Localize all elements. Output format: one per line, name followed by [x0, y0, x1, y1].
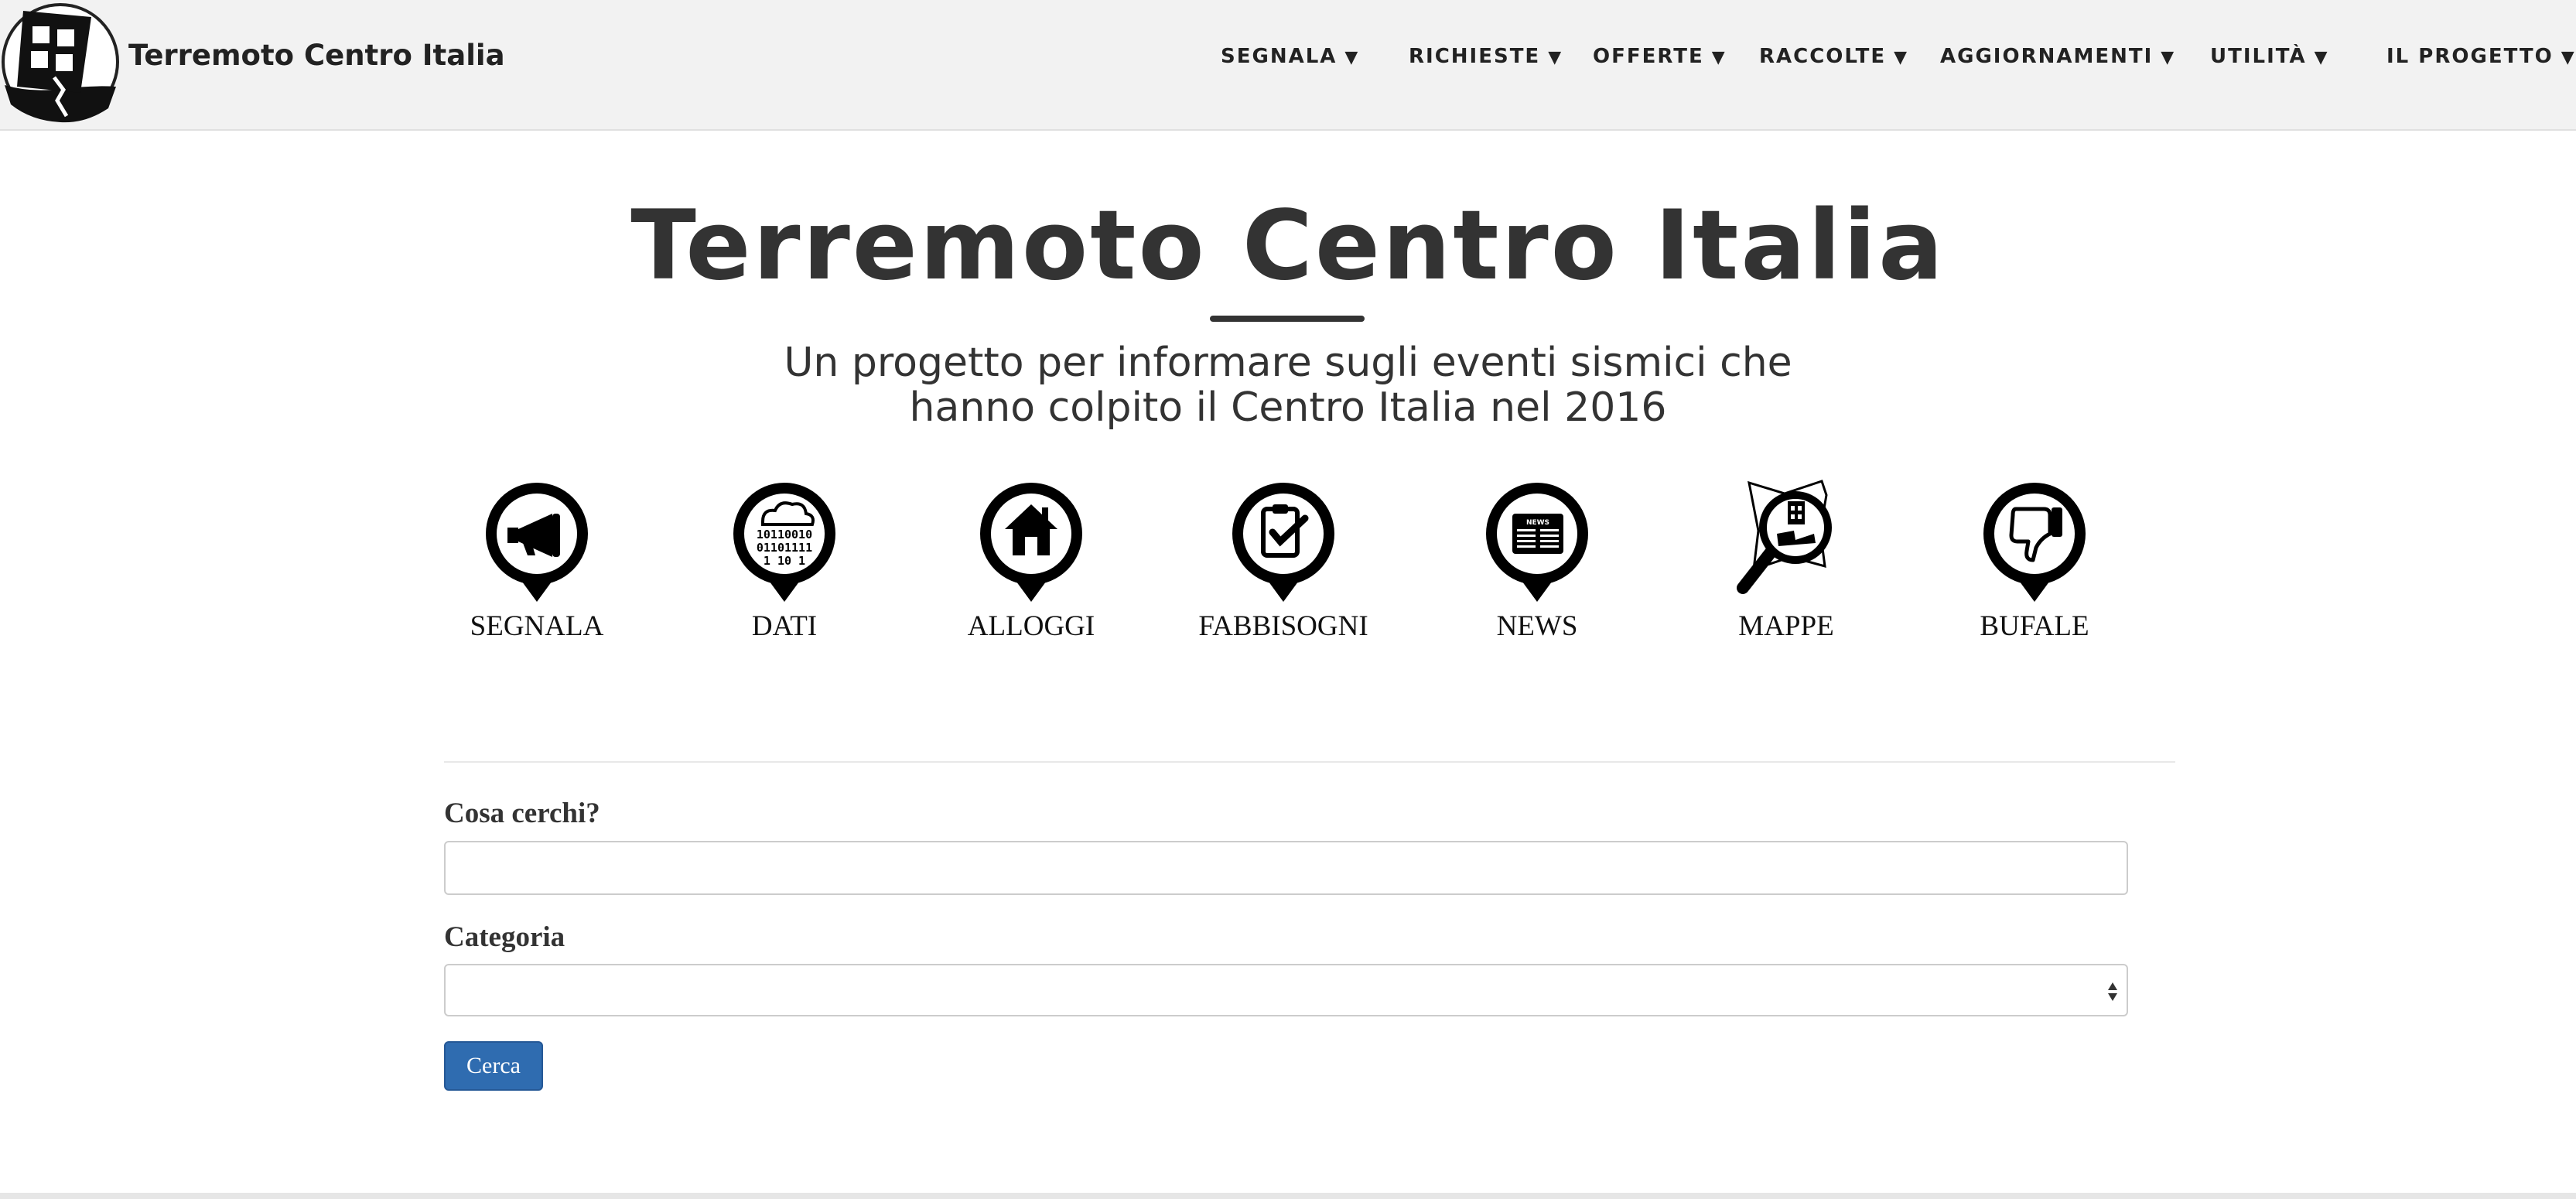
- brand-title[interactable]: Terremoto Centro Italia: [128, 39, 505, 72]
- nav-label: IL PROGETTO: [2386, 45, 2554, 68]
- caret-down-icon: ▼: [2161, 48, 2176, 67]
- footer-divider: [0, 1193, 2576, 1199]
- title-underline: [1210, 316, 1365, 322]
- caret-down-icon: ▼: [1548, 48, 1563, 67]
- thumbs-down-icon: [1983, 483, 2086, 602]
- caret-down-icon: ▼: [1711, 48, 1727, 67]
- svg-text:01101111: 01101111: [757, 541, 812, 555]
- nav-label: SEGNALA: [1221, 45, 1338, 68]
- category-mappe[interactable]: MAPPE: [1693, 480, 1879, 650]
- megaphone-icon: [486, 483, 588, 602]
- nav-label: OFFERTE: [1593, 45, 1704, 68]
- caret-down-icon: ▼: [2561, 48, 2576, 67]
- category-label: SEGNALA: [470, 610, 604, 642]
- category-segnala[interactable]: SEGNALA: [444, 480, 630, 650]
- clipboard-check-icon: [1232, 483, 1334, 602]
- category-label: BUFALE: [1980, 610, 2089, 642]
- nav-richieste[interactable]: RICHIESTE ▼: [1409, 45, 1563, 68]
- search-input[interactable]: [444, 841, 2128, 895]
- map-magnifier-icon: [1737, 480, 1832, 594]
- category-label: NEWS: [1496, 610, 1578, 642]
- category-alloggi[interactable]: ALLOGGI: [938, 480, 1124, 650]
- nav-offerte[interactable]: OFFERTE ▼: [1593, 45, 1727, 68]
- category-label: MAPPE: [1738, 610, 1834, 642]
- earthquake-building-logo[interactable]: [0, 0, 121, 124]
- category-fabbisogni[interactable]: FABBISOGNI: [1191, 480, 1376, 650]
- category-dati[interactable]: 10110010 01101111 1 10 1 DATI: [692, 480, 877, 650]
- svg-text:10110010: 10110010: [757, 528, 812, 541]
- category-bufale[interactable]: BUFALE: [1942, 480, 2127, 650]
- data-cloud-icon: 10110010 01101111 1 10 1: [733, 483, 835, 602]
- page-subtitle: Un progetto per informare sugli eventi s…: [784, 340, 1792, 431]
- nav-label: AGGIORNAMENTI: [1940, 45, 2154, 68]
- query-label: Cosa cerchi?: [444, 798, 600, 829]
- page-title: Terremoto Centro Italia: [630, 190, 1946, 302]
- nav-utilita[interactable]: UTILITÀ ▼: [2210, 45, 2329, 68]
- category-select[interactable]: [444, 964, 2128, 1016]
- nav-il-progetto[interactable]: IL PROGETTO ▼: [2386, 45, 2576, 68]
- caret-down-icon: ▼: [1344, 48, 1360, 67]
- top-navbar: Terremoto Centro Italia SEGNALA ▼ RICHIES…: [0, 0, 2576, 131]
- nav-label: UTILITÀ: [2210, 45, 2307, 68]
- svg-text:NEWS: NEWS: [1526, 519, 1549, 527]
- caret-down-icon: ▼: [1894, 48, 1909, 67]
- search-button[interactable]: Cerca: [444, 1041, 543, 1091]
- nav-label: RICHIESTE: [1409, 45, 1541, 68]
- nav-raccolte[interactable]: RACCOLTE ▼: [1759, 45, 1908, 68]
- nav-segnala[interactable]: SEGNALA ▼: [1221, 45, 1359, 68]
- category-label: FABBISOGNI: [1198, 610, 1368, 642]
- category-news[interactable]: NEWS NEWS: [1444, 480, 1630, 650]
- category-label: ALLOGGI: [967, 610, 1095, 642]
- category-label: DATI: [751, 610, 818, 642]
- house-icon: [980, 483, 1082, 602]
- caret-down-icon: ▼: [2314, 48, 2329, 67]
- section-divider: [444, 761, 2175, 763]
- category-label-field: Categoria: [444, 921, 565, 953]
- newspaper-icon: NEWS: [1486, 483, 1588, 602]
- svg-text:1 10 1: 1 10 1: [764, 554, 805, 568]
- nav-aggiornamenti[interactable]: AGGIORNAMENTI ▼: [1940, 45, 2175, 68]
- select-arrows-icon: [2108, 982, 2117, 1001]
- nav-label: RACCOLTE: [1759, 45, 1887, 68]
